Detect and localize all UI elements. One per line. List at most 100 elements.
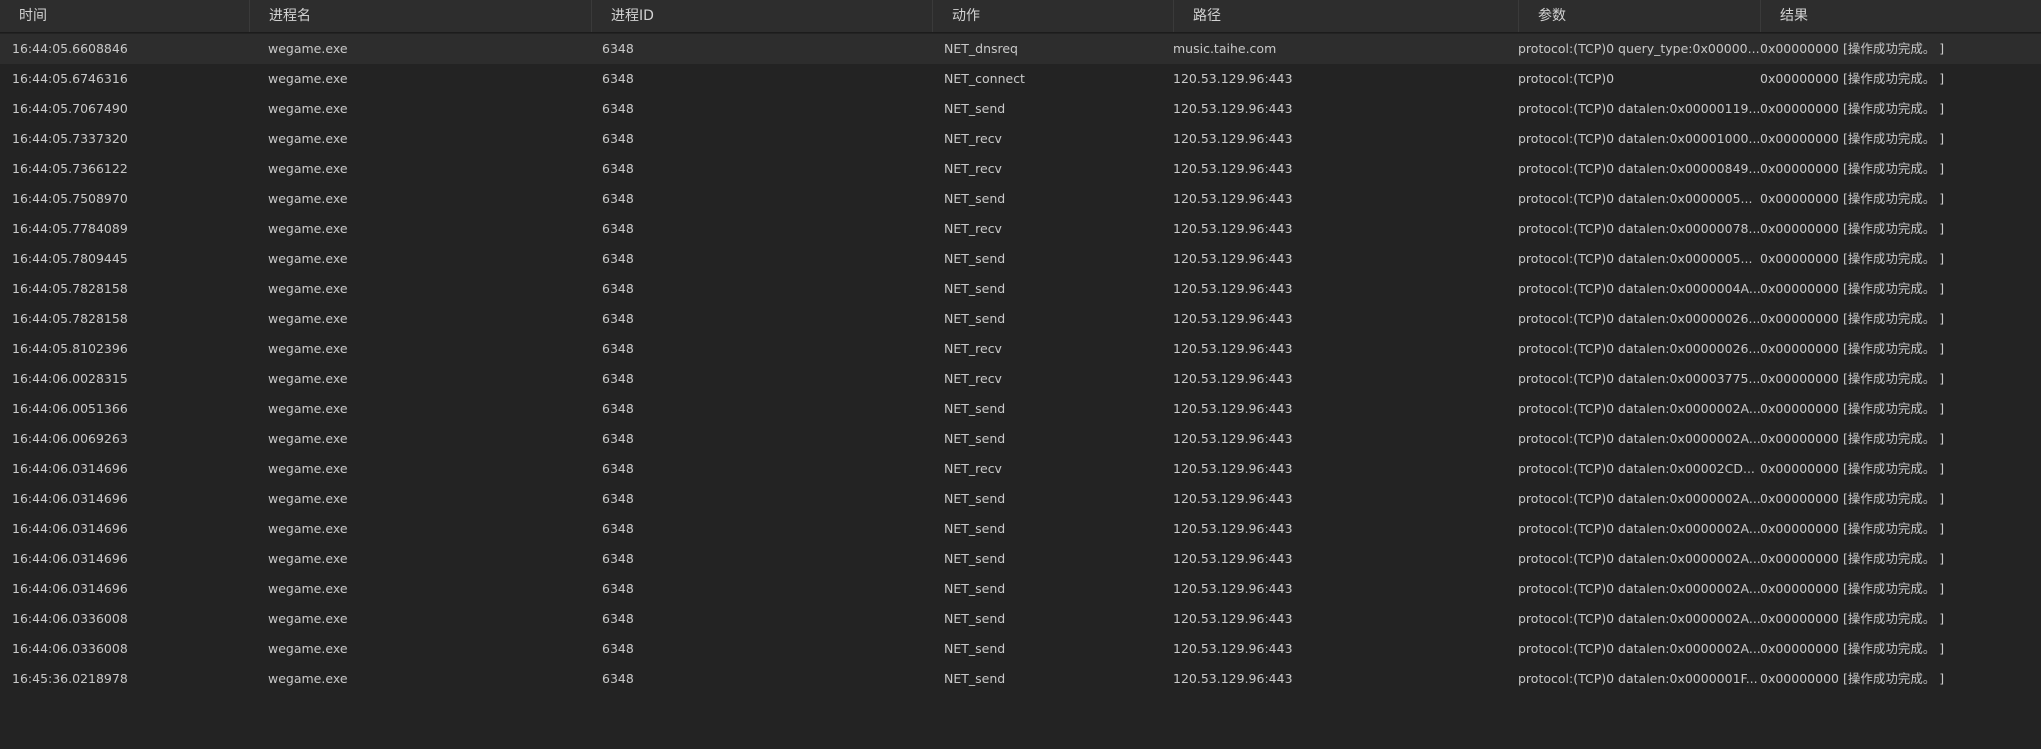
table-row[interactable]: 16:44:05.7828158 wegame.exe 6348 NET_send 12…	[0, 274, 2041, 304]
params-cell: protocol:(TCP)0 datalen:0x0000005...	[1518, 251, 1753, 266]
action-cell: NET_send	[944, 551, 1006, 566]
process-name-cell: wegame.exe	[268, 281, 348, 296]
params-cell: protocol:(TCP)0 datalen:0x0000002A...	[1518, 641, 1760, 656]
process-id-cell: 6348	[602, 101, 634, 116]
table-row[interactable]: 16:44:05.6746316 wegame.exe 6348 NET_connec…	[0, 64, 2041, 94]
column-header-process-name[interactable]: 进程名	[249, 0, 591, 32]
table-row[interactable]: 16:44:06.0314696 wegame.exe 6348 NET_send 12…	[0, 484, 2041, 514]
action-cell: NET_send	[944, 401, 1006, 416]
params-cell: protocol:(TCP)0 query_type:0x00000...	[1518, 41, 1760, 56]
table-row[interactable]: 16:44:06.0336008 wegame.exe 6348 NET_send 12…	[0, 634, 2041, 664]
process-id-cell: 6348	[602, 461, 634, 476]
action-cell: NET_send	[944, 281, 1006, 296]
table-row[interactable]: 16:44:05.7508970 wegame.exe 6348 NET_send 12…	[0, 184, 2041, 214]
path-cell: 120.53.129.96:443	[1173, 251, 1293, 266]
table-row[interactable]: 16:44:05.7784089 wegame.exe 6348 NET_recv 12…	[0, 214, 2041, 244]
result-cell: 0x00000000 [操作成功完成。 ]	[1760, 131, 1945, 146]
process-name-cell: wegame.exe	[268, 401, 348, 416]
table-row[interactable]: 16:44:05.8102396 wegame.exe 6348 NET_recv 12…	[0, 334, 2041, 364]
table-row[interactable]: 16:44:06.0069263 wegame.exe 6348 NET_send 12…	[0, 424, 2041, 454]
result-cell: 0x00000000 [操作成功完成。 ]	[1760, 581, 1945, 596]
table-row[interactable]: 16:44:05.7828158 wegame.exe 6348 NET_send 12…	[0, 304, 2041, 334]
path-cell: 120.53.129.96:443	[1173, 371, 1293, 386]
column-header-path[interactable]: 路径	[1173, 0, 1518, 32]
process-id-cell: 6348	[602, 311, 634, 326]
table-row[interactable]: 16:44:06.0314696 wegame.exe 6348 NET_send 12…	[0, 514, 2041, 544]
action-cell: NET_recv	[944, 341, 1002, 356]
result-cell: 0x00000000 [操作成功完成。 ]	[1760, 551, 1945, 566]
table-row[interactable]: 16:44:06.0314696 wegame.exe 6348 NET_send 12…	[0, 574, 2041, 604]
time-cell: 16:44:05.7337320	[12, 131, 128, 146]
action-cell: NET_recv	[944, 461, 1002, 476]
table-row[interactable]: 16:44:06.0314696 wegame.exe 6348 NET_send 12…	[0, 544, 2041, 574]
params-cell: protocol:(TCP)0 datalen:0x0000002A...	[1518, 611, 1760, 626]
time-cell: 16:44:06.0314696	[12, 461, 128, 476]
column-header-time[interactable]: 时间	[0, 0, 249, 32]
table-row[interactable]: 16:44:05.6608846 wegame.exe 6348 NET_dnsreq…	[0, 34, 2041, 64]
result-cell: 0x00000000 [操作成功完成。 ]	[1760, 461, 1945, 476]
table-row[interactable]: 16:44:06.0336008 wegame.exe 6348 NET_send 12…	[0, 604, 2041, 634]
process-name-cell: wegame.exe	[268, 311, 348, 326]
process-id-cell: 6348	[602, 341, 634, 356]
params-cell: protocol:(TCP)0 datalen:0x00000078...	[1518, 221, 1760, 236]
result-cell: 0x00000000 [操作成功完成。 ]	[1760, 161, 1945, 176]
process-name-cell: wegame.exe	[268, 371, 348, 386]
table-header: 时间 进程名 进程ID 动作 路径 参数 结果	[0, 0, 2041, 33]
process-name-cell: wegame.exe	[268, 431, 348, 446]
column-header-result[interactable]: 结果	[1760, 0, 2041, 32]
process-id-cell: 6348	[602, 161, 634, 176]
time-cell: 16:44:05.7828158	[12, 281, 128, 296]
process-name-cell: wegame.exe	[268, 611, 348, 626]
column-header-action[interactable]: 动作	[932, 0, 1173, 32]
time-cell: 16:44:05.7067490	[12, 101, 128, 116]
table-row[interactable]: 16:44:05.7366122 wegame.exe 6348 NET_recv 12…	[0, 154, 2041, 184]
time-cell: 16:44:06.0314696	[12, 581, 128, 596]
process-name-cell: wegame.exe	[268, 131, 348, 146]
table-row[interactable]: 16:44:06.0028315 wegame.exe 6348 NET_recv 12…	[0, 364, 2041, 394]
params-cell: protocol:(TCP)0 datalen:0x0000002A...	[1518, 431, 1760, 446]
params-cell: protocol:(TCP)0 datalen:0x00000849...	[1518, 161, 1760, 176]
result-cell: 0x00000000 [操作成功完成。 ]	[1760, 191, 1945, 206]
path-cell: music.taihe.com	[1173, 41, 1277, 56]
time-cell: 16:44:06.0314696	[12, 491, 128, 506]
time-cell: 16:44:05.6608846	[12, 41, 128, 56]
table-row[interactable]: 16:44:06.0314696 wegame.exe 6348 NET_recv 12…	[0, 454, 2041, 484]
table-row[interactable]: 16:44:05.7337320 wegame.exe 6348 NET_recv 12…	[0, 124, 2041, 154]
table-row[interactable]: 16:44:06.0051366 wegame.exe 6348 NET_send 12…	[0, 394, 2041, 424]
table-row[interactable]: 16:45:36.0218978 wegame.exe 6348 NET_send 12…	[0, 664, 2041, 694]
process-id-cell: 6348	[602, 521, 634, 536]
process-id-cell: 6348	[602, 41, 634, 56]
action-cell: NET_send	[944, 491, 1006, 506]
path-cell: 120.53.129.96:443	[1173, 521, 1293, 536]
path-cell: 120.53.129.96:443	[1173, 401, 1293, 416]
result-cell: 0x00000000 [操作成功完成。 ]	[1760, 611, 1945, 626]
process-id-cell: 6348	[602, 191, 634, 206]
params-cell: protocol:(TCP)0 datalen:0x0000002A...	[1518, 401, 1760, 416]
action-cell: NET_recv	[944, 221, 1002, 236]
path-cell: 120.53.129.96:443	[1173, 281, 1293, 296]
action-cell: NET_send	[944, 521, 1006, 536]
params-cell: protocol:(TCP)0 datalen:0x00002CD...	[1518, 461, 1755, 476]
column-header-params[interactable]: 参数	[1518, 0, 1760, 32]
params-cell: protocol:(TCP)0 datalen:0x00001000...	[1518, 131, 1760, 146]
column-header-process-id[interactable]: 进程ID	[591, 0, 932, 32]
process-id-cell: 6348	[602, 581, 634, 596]
table-row[interactable]: 16:44:05.7067490 wegame.exe 6348 NET_send 12…	[0, 94, 2041, 124]
table-row[interactable]: 16:44:05.7809445 wegame.exe 6348 NET_send 12…	[0, 244, 2041, 274]
params-cell: protocol:(TCP)0 datalen:0x00000119...	[1518, 101, 1760, 116]
time-cell: 16:44:05.6746316	[12, 71, 128, 86]
process-name-cell: wegame.exe	[268, 101, 348, 116]
action-cell: NET_send	[944, 611, 1006, 626]
process-id-cell: 6348	[602, 251, 634, 266]
action-cell: NET_send	[944, 641, 1006, 656]
path-cell: 120.53.129.96:443	[1173, 491, 1293, 506]
process-id-cell: 6348	[602, 401, 634, 416]
action-cell: NET_recv	[944, 131, 1002, 146]
result-cell: 0x00000000 [操作成功完成。 ]	[1760, 221, 1945, 236]
process-name-cell: wegame.exe	[268, 251, 348, 266]
process-name-cell: wegame.exe	[268, 191, 348, 206]
path-cell: 120.53.129.96:443	[1173, 221, 1293, 236]
time-cell: 16:44:05.8102396	[12, 341, 128, 356]
path-cell: 120.53.129.96:443	[1173, 641, 1293, 656]
process-name-cell: wegame.exe	[268, 671, 348, 686]
